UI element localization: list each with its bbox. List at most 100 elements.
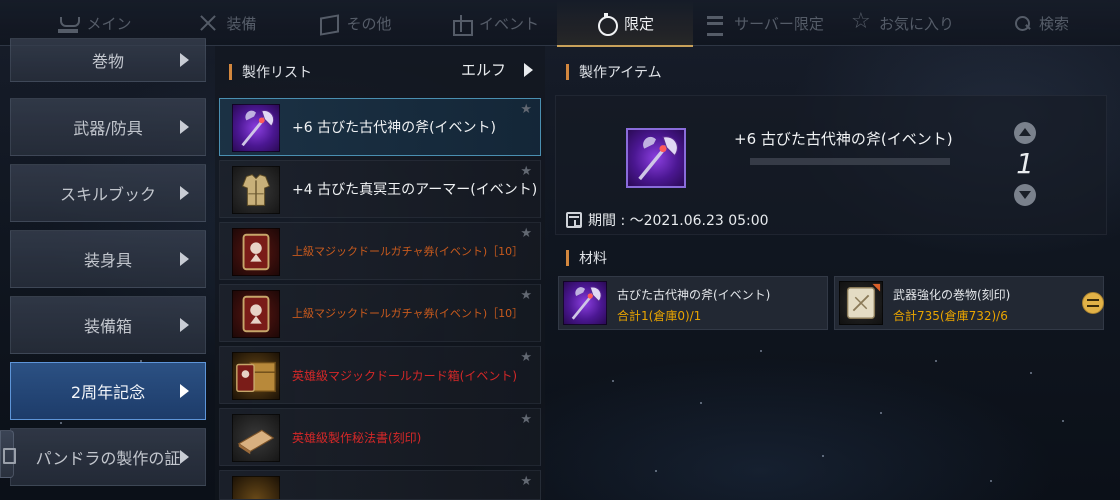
craft-list-header: 製作リスト <box>229 62 312 82</box>
tab-label: メイン <box>86 14 132 33</box>
craft-list-item[interactable]: ★ <box>219 470 541 500</box>
doll-ticket-icon <box>232 228 280 276</box>
quantity-value[interactable]: 1 <box>1014 146 1036 182</box>
favorite-star-icon[interactable]: ★ <box>520 165 532 179</box>
section-bar <box>566 250 569 266</box>
category-label: パンドラの製作の証 <box>35 449 181 468</box>
server-icon <box>706 13 726 36</box>
period-text: 期間 : ～2021.06.23 05:00 <box>588 213 769 229</box>
axe-icon <box>626 128 686 188</box>
side-drawer-handle[interactable] <box>0 430 16 478</box>
materials-header: 材料 <box>566 248 607 268</box>
favorite-star-icon[interactable]: ★ <box>520 103 532 117</box>
category-label: 装備箱 <box>83 317 132 336</box>
tab-limited[interactable]: 限定 <box>557 0 693 47</box>
doll-ticket-icon <box>232 290 280 338</box>
category-label: 2周年記念 <box>70 383 146 402</box>
material-name: 武器強化の巻物(刻印) <box>893 288 1011 302</box>
craft-item-name: +6 古びた古代神の斧(イベント) <box>292 120 497 136</box>
swords-icon <box>198 13 218 33</box>
tab-label: サーバー限定 <box>734 14 824 33</box>
favorite-star-icon[interactable]: ★ <box>520 227 532 241</box>
craft-item-name: +4 古びた真冥王のアーマー(イベント) <box>292 182 538 198</box>
category-label: スキルブック <box>59 185 156 204</box>
race-filter-button[interactable]: エルフ <box>461 59 534 80</box>
craft-item-name: 上級マジックドールガチャ券(イベント)［10］ <box>292 245 524 258</box>
tab-label: イベント <box>478 14 539 33</box>
chevron-right-icon <box>524 62 534 77</box>
crown-icon <box>58 13 81 33</box>
tab-other[interactable]: その他 <box>295 0 415 46</box>
chevron-right-icon <box>180 53 189 67</box>
craft-list-item[interactable]: 英雄級製作秘法書(刻印) ★ <box>219 408 541 466</box>
tab-server-limited[interactable]: サーバー限定 <box>695 0 835 46</box>
category-2nd-anniversary[interactable]: 2周年記念 <box>10 362 206 420</box>
craft-item-header: 製作アイテム <box>566 62 662 82</box>
favorite-star-icon[interactable]: ★ <box>520 413 532 427</box>
chevron-right-icon <box>180 252 189 266</box>
category-equipment-box[interactable]: 装備箱 <box>10 296 206 354</box>
recipe-book-icon <box>232 414 280 462</box>
category-skill-book[interactable]: スキルブック <box>10 164 206 222</box>
craft-list-item[interactable]: +6 古びた古代神の斧(イベント) ★ <box>219 98 541 156</box>
quantity-increase-button[interactable] <box>1014 122 1036 144</box>
armor-icon <box>232 166 280 214</box>
tab-event[interactable]: イベント <box>430 0 560 46</box>
category-accessory[interactable]: 装身具 <box>10 230 206 288</box>
axe-icon <box>232 104 280 152</box>
section-title: 製作リスト <box>242 65 312 81</box>
craft-item-name: 英雄級製作秘法書(刻印) <box>292 431 422 445</box>
category-list: 巻物 武器/防具 スキルブック 装身具 装備箱 2周年記念 パンドラの製作の証 <box>0 38 215 500</box>
category-label: 巻物 <box>91 52 124 71</box>
category-weapon-armor[interactable]: 武器/防具 <box>10 98 206 156</box>
craft-list-panel: 製作リスト エルフ +6 古びた古代神の斧(イベント) ★ +4 古びた真冥王の <box>215 46 545 500</box>
item-name-divider <box>750 158 950 165</box>
tab-label: 検索 <box>1038 14 1069 33</box>
section-title: 材料 <box>579 251 607 267</box>
tab-label: お気に入り <box>878 14 954 33</box>
chevron-right-icon <box>180 450 189 464</box>
chevron-right-icon <box>180 186 189 200</box>
material-count: 合計1(倉庫0)/1 <box>617 309 702 323</box>
favorite-star-icon[interactable]: ★ <box>520 351 532 365</box>
material-slot[interactable]: 古びた古代神の斧(イベント) 合計1(倉庫0)/1 <box>558 276 828 330</box>
availability-period: 期間 : ～2021.06.23 05:00 <box>566 210 769 230</box>
search-icon <box>1011 13 1031 33</box>
favorite-star-icon[interactable]: ★ <box>520 289 532 303</box>
calendar-icon <box>566 212 582 228</box>
quantity-decrease-button[interactable] <box>1014 184 1036 206</box>
craft-list-item[interactable]: 英雄級マジックドールカード箱(イベント) ★ <box>219 346 541 404</box>
material-name: 古びた古代神の斧(イベント) <box>617 288 771 302</box>
axe-icon <box>563 281 607 325</box>
tab-label: 装備 <box>226 14 257 33</box>
chevron-right-icon <box>180 384 189 398</box>
craft-list-item[interactable]: 上級マジックドールガチャ券(イベント)［10］ ★ <box>219 222 541 280</box>
craft-list-item[interactable]: +4 古びた真冥王のアーマー(イベント) ★ <box>219 160 541 218</box>
favorite-star-icon[interactable]: ★ <box>520 475 532 489</box>
swap-material-icon[interactable] <box>1082 292 1104 314</box>
star-icon <box>851 9 871 35</box>
timer-icon <box>596 13 618 36</box>
craft-item-title: +6 古びた古代神の斧(イベント) <box>734 130 953 148</box>
chevron-right-icon <box>180 120 189 134</box>
tab-search[interactable]: 検索 <box>990 0 1090 46</box>
category-label: 装身具 <box>83 251 132 270</box>
doll-card-chest-icon <box>232 352 280 400</box>
category-scroll[interactable]: 巻物 <box>10 38 206 82</box>
tab-label: 限定 <box>623 14 654 33</box>
craft-item-name: 上級マジックドールガチャ券(イベント)［10］ <box>292 307 524 320</box>
scroll-icon <box>839 281 883 325</box>
section-bar <box>566 64 569 80</box>
material-count: 合計735(倉庫732)/6 <box>893 309 1008 323</box>
tab-favorites[interactable]: お気に入り <box>840 0 965 46</box>
section-bar <box>229 64 232 80</box>
craft-item-name: 英雄級マジックドールカード箱(イベント) <box>292 369 518 383</box>
box-icon <box>318 13 338 33</box>
category-label: 武器/防具 <box>73 119 143 138</box>
category-pandora-craft-proof[interactable]: パンドラの製作の証 <box>10 428 206 486</box>
gift-icon <box>451 13 473 36</box>
craft-list-item[interactable]: 上級マジックドールガチャ券(イベント)［10］ ★ <box>219 284 541 342</box>
material-slot[interactable]: 武器強化の巻物(刻印) 合計735(倉庫732)/6 <box>834 276 1104 330</box>
tab-label: その他 <box>346 14 392 33</box>
section-title: 製作アイテム <box>579 65 662 81</box>
